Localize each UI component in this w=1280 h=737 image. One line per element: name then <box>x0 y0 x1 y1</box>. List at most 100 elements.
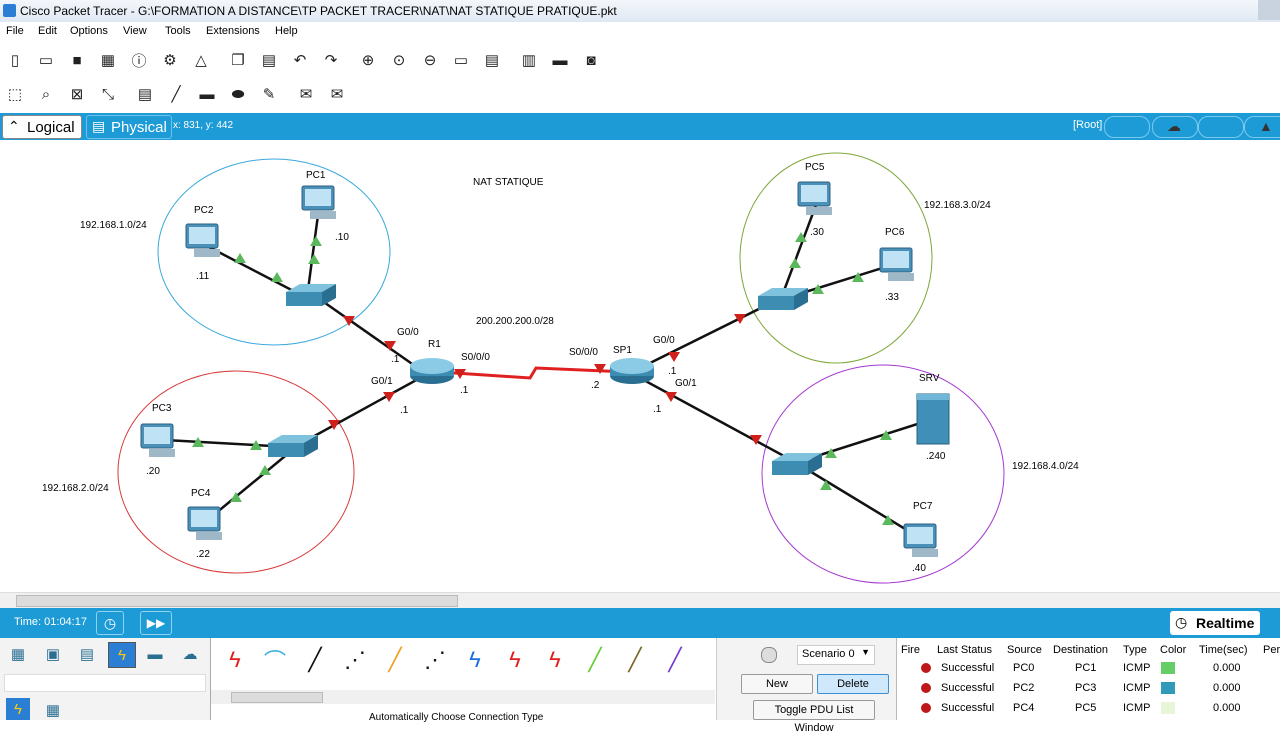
new-scenario-button[interactable]: New <box>741 674 813 694</box>
link-pc5-sw3[interactable] <box>780 204 818 297</box>
connection-subtype-icon[interactable]: ϟ <box>6 698 30 720</box>
device-search-box[interactable] <box>4 674 206 692</box>
draw-rectangle-icon[interactable]: ▬ <box>197 84 217 104</box>
menu-options[interactable]: Options <box>70 25 108 37</box>
serial-dce-icon[interactable]: ϟ <box>499 644 531 676</box>
menu-file[interactable]: File <box>6 25 24 37</box>
print-icon[interactable]: ▦ <box>98 50 118 70</box>
link-pc1-sw1[interactable] <box>306 214 320 291</box>
open-folder-icon[interactable]: ▭ <box>36 50 56 70</box>
draw-line-icon[interactable]: ╱ <box>166 84 186 104</box>
device-dialog-icon[interactable]: ▬ <box>550 50 570 70</box>
fire-icon[interactable] <box>921 663 931 673</box>
straight-through-icon[interactable]: ╱ <box>299 644 331 676</box>
menu-view[interactable]: View <box>123 25 147 37</box>
draw-ellipse-icon[interactable]: ⬬ <box>228 84 248 104</box>
switch-sw4[interactable] <box>772 453 822 475</box>
srv-device[interactable] <box>916 393 950 445</box>
simple-pdu-icon[interactable]: ✉ <box>296 84 316 104</box>
end-devices-icon[interactable]: ▣ <box>43 644 63 664</box>
table-row[interactable]: Successful PC0 PC1 ICMP 0.000 <box>897 660 1280 680</box>
auto-cable-icon[interactable]: ϟ <box>219 644 251 676</box>
pc4-device[interactable] <box>187 506 222 540</box>
crossover-icon[interactable]: ⋰ <box>339 644 371 676</box>
coaxial-icon[interactable]: ϟ <box>459 644 491 676</box>
fire-icon[interactable] <box>921 703 931 713</box>
logical-workspace-canvas[interactable] <box>0 140 1280 592</box>
place-note-icon[interactable]: ▤ <box>135 84 155 104</box>
octal-icon[interactable]: ╱ <box>579 644 611 676</box>
switch-sw3[interactable] <box>758 288 808 310</box>
redo-icon[interactable]: ↷ <box>321 50 341 70</box>
zoom-out-icon[interactable]: ⊖ <box>420 50 440 70</box>
paste-icon[interactable]: ▤ <box>259 50 279 70</box>
viewport-button[interactable]: ▲ <box>1244 116 1280 138</box>
pc1-device[interactable] <box>301 185 336 219</box>
usb-cable-icon[interactable]: ╱ <box>659 644 691 676</box>
new-file-icon[interactable]: ▯ <box>5 50 25 70</box>
link-pc4-sw2[interactable] <box>209 451 291 519</box>
network-devices-icon[interactable]: ▦ <box>8 644 28 664</box>
table-row[interactable]: Successful PC2 PC3 ICMP 0.000 <box>897 680 1280 700</box>
zoom-reset-icon[interactable]: ⊙ <box>389 50 409 70</box>
scrollbar-thumb[interactable] <box>16 595 458 607</box>
connections-icon[interactable]: ϟ <box>108 642 136 668</box>
freeform-icon[interactable]: ✎ <box>259 84 279 104</box>
console-cable-icon[interactable]: ⌒ <box>259 644 291 676</box>
iot-custom-icon[interactable]: ╱ <box>619 644 651 676</box>
fiber-icon[interactable]: ╱ <box>379 644 411 676</box>
delete-icon[interactable]: ⊠ <box>67 84 87 104</box>
multiuser-icon[interactable]: ☁ <box>180 644 200 664</box>
power-cycle-button[interactable]: ◷ <box>96 611 124 635</box>
network-wizard-icon[interactable]: ⚙ <box>160 50 180 70</box>
inspect-icon[interactable]: ⌕ <box>36 84 56 104</box>
scenario-select[interactable]: Scenario 0 ▼ <box>797 645 875 665</box>
serial-dte-icon[interactable]: ϟ <box>539 644 571 676</box>
custom-device-icon[interactable]: ▤ <box>482 50 502 70</box>
window-controls[interactable] <box>1258 0 1280 20</box>
link-pc7-sw4[interactable] <box>797 462 921 540</box>
menu-edit[interactable]: Edit <box>38 25 57 37</box>
cluster-button[interactable]: ☁ <box>1152 116 1198 138</box>
pc7-device[interactable] <box>903 523 938 557</box>
screenshot-icon[interactable]: ◙ <box>581 50 601 70</box>
cable-scrollbar[interactable] <box>211 690 715 704</box>
drawing-palette-icon[interactable]: ▭ <box>451 50 471 70</box>
realtime-mode-button[interactable]: ◷ Realtime <box>1170 611 1260 635</box>
new-cluster-button[interactable] <box>1198 116 1244 138</box>
delete-scenario-button[interactable]: Delete <box>817 674 889 694</box>
grid-icon[interactable]: ▦ <box>43 700 63 720</box>
info-icon[interactable]: ⓘ <box>129 50 149 70</box>
menu-extensions[interactable]: Extensions <box>206 25 260 37</box>
undo-icon[interactable]: ↶ <box>290 50 310 70</box>
tab-logical[interactable]: ⌃ Logical <box>2 115 82 139</box>
switch-sw1[interactable] <box>286 284 336 306</box>
router-r1[interactable] <box>410 358 454 384</box>
toggle-pdu-list-button[interactable]: Toggle PDU List Window <box>753 700 875 734</box>
tab-physical[interactable]: ▤ Physical <box>86 115 172 139</box>
activity-wizard-icon[interactable]: △ <box>191 50 211 70</box>
canvas-scrollbar[interactable] <box>0 592 1280 608</box>
menu-tools[interactable]: Tools <box>165 25 191 37</box>
misc-icon[interactable]: ▬ <box>145 644 165 664</box>
fast-forward-button[interactable]: ▶▶ <box>140 611 172 635</box>
back-button[interactable] <box>1104 116 1150 138</box>
zoom-in-icon[interactable]: ⊕ <box>358 50 378 70</box>
pc5-device[interactable] <box>797 181 832 215</box>
menu-help[interactable]: Help <box>275 25 298 37</box>
notes-icon[interactable]: ▥ <box>519 50 539 70</box>
complex-pdu-icon[interactable]: ✉ <box>327 84 347 104</box>
copy-icon[interactable]: ❐ <box>228 50 248 70</box>
resize-icon[interactable]: ⤡ <box>98 84 118 104</box>
pc2-device[interactable] <box>185 223 220 257</box>
components-icon[interactable]: ▤ <box>77 644 97 664</box>
link-sp1-sw4[interactable] <box>639 376 796 464</box>
pc3-device[interactable] <box>140 423 175 457</box>
router-sp1[interactable] <box>610 358 654 384</box>
table-row[interactable]: Successful PC4 PC5 ICMP 0.000 <box>897 700 1280 720</box>
info-icon[interactable] <box>761 647 777 663</box>
switch-sw2[interactable] <box>268 435 318 457</box>
fire-icon[interactable] <box>921 683 931 693</box>
pc6-device[interactable] <box>879 247 914 281</box>
save-icon[interactable]: ■ <box>67 50 87 70</box>
